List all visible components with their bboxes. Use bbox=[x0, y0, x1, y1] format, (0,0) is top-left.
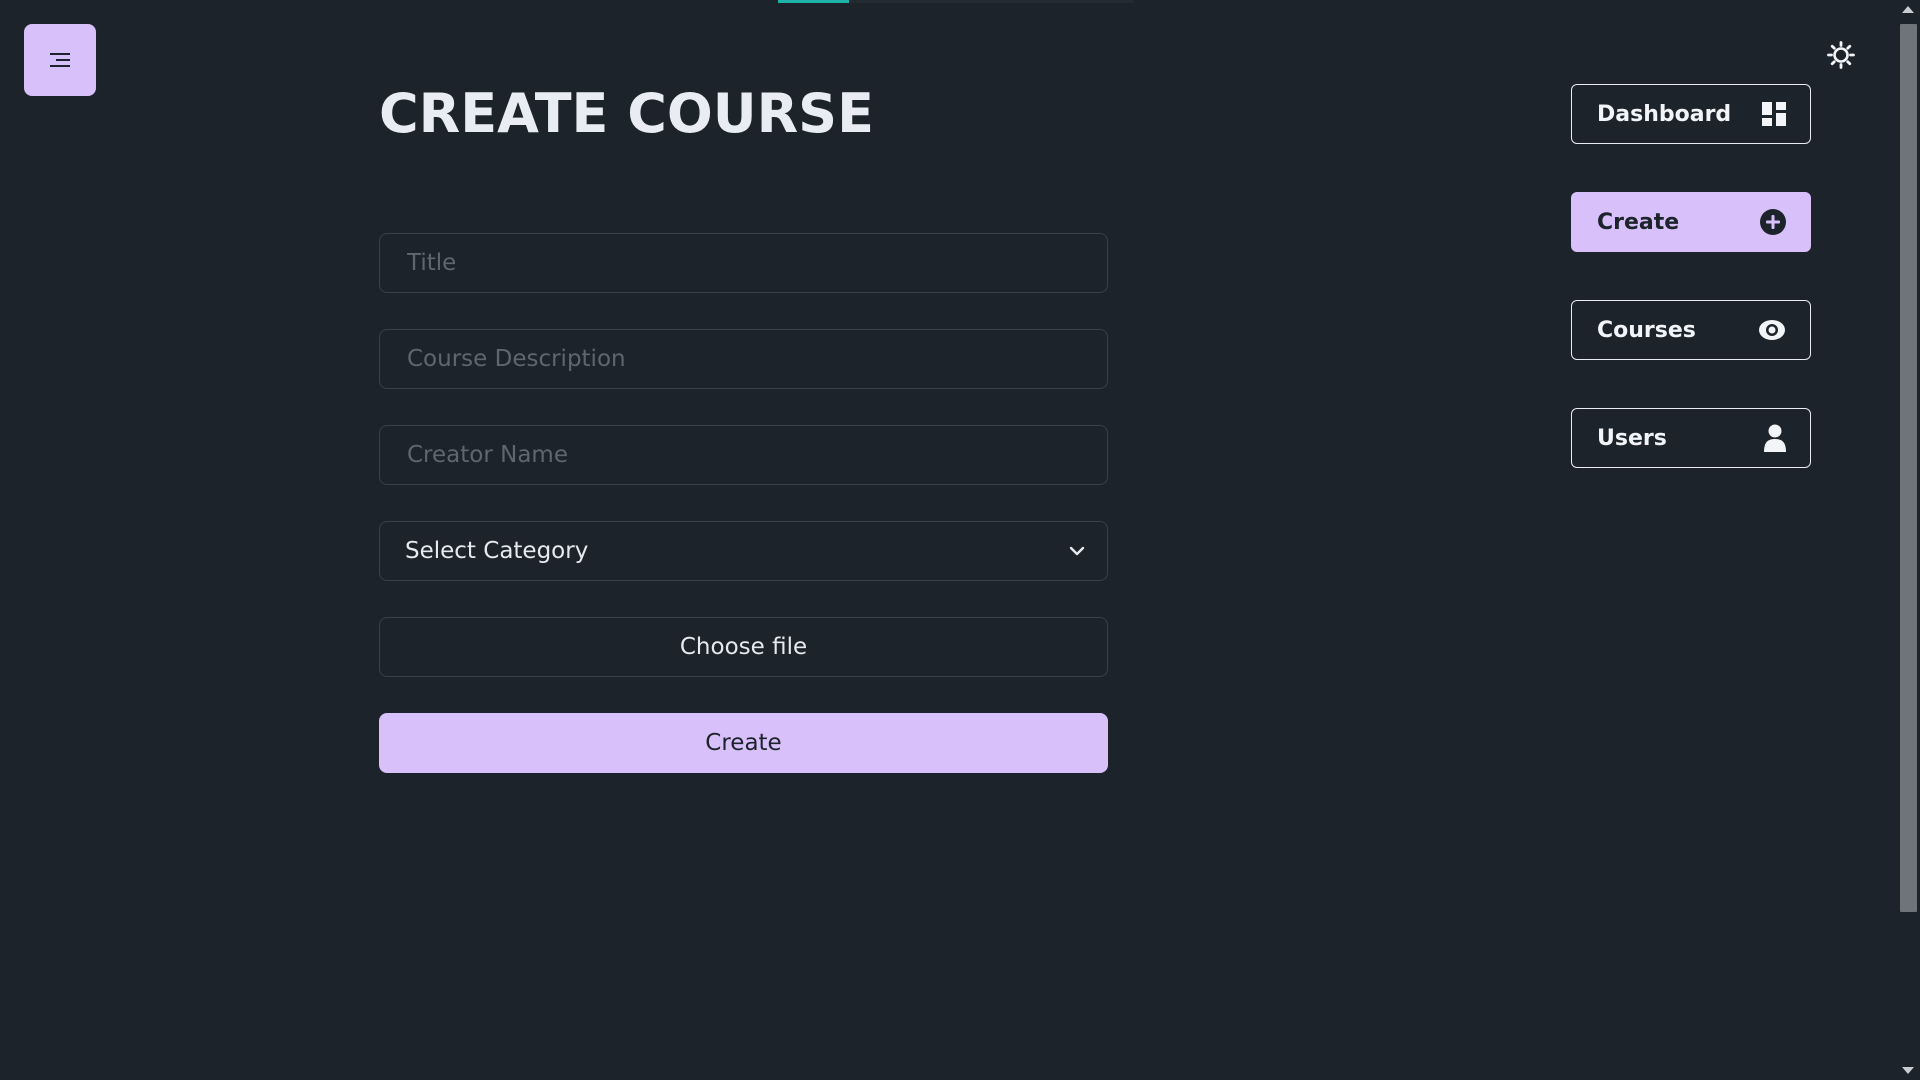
scroll-down-arrow[interactable] bbox=[1902, 1067, 1914, 1074]
side-nav: Dashboard Create Courses Users bbox=[1571, 84, 1811, 516]
top-progress-bar bbox=[778, 0, 850, 3]
user-icon bbox=[1764, 424, 1786, 452]
nav-item-users[interactable]: Users bbox=[1571, 408, 1811, 468]
title-input[interactable] bbox=[405, 234, 1082, 292]
create-course-form: Select Category Choose file Create bbox=[379, 233, 1108, 773]
menu-toggle-button[interactable] bbox=[24, 24, 96, 96]
hamburger-icon bbox=[50, 53, 70, 67]
category-select-value: Select Category bbox=[405, 538, 589, 564]
sun-icon bbox=[1827, 41, 1855, 69]
nav-item-label: Dashboard bbox=[1597, 101, 1732, 127]
nav-item-label: Courses bbox=[1597, 317, 1696, 343]
nav-item-label: Users bbox=[1597, 425, 1667, 451]
chevron-down-icon bbox=[1069, 546, 1085, 556]
description-field[interactable] bbox=[379, 329, 1108, 389]
dashboard-icon bbox=[1762, 102, 1786, 126]
app-page: CREATE COURSE Select Category Choose fil… bbox=[0, 0, 1920, 1080]
nav-item-dashboard[interactable]: Dashboard bbox=[1571, 84, 1811, 144]
title-field[interactable] bbox=[379, 233, 1108, 293]
nav-item-label: Create bbox=[1597, 209, 1680, 235]
creator-name-input[interactable] bbox=[405, 426, 1082, 484]
nav-item-create[interactable]: Create bbox=[1571, 192, 1811, 252]
create-submit-button[interactable]: Create bbox=[379, 713, 1108, 773]
top-progress-track bbox=[778, 0, 1134, 3]
course-description-input[interactable] bbox=[405, 330, 1082, 388]
eye-icon bbox=[1759, 320, 1785, 340]
nav-item-courses[interactable]: Courses bbox=[1571, 300, 1811, 360]
plus-circle-icon bbox=[1760, 209, 1786, 235]
page-scrollbar[interactable] bbox=[1896, 0, 1920, 1080]
creator-field[interactable] bbox=[379, 425, 1108, 485]
theme-toggle-button[interactable] bbox=[1826, 40, 1856, 70]
file-input-label: Choose file bbox=[679, 634, 808, 660]
category-select[interactable]: Select Category bbox=[379, 521, 1108, 581]
file-input[interactable]: Choose file bbox=[379, 617, 1108, 677]
page-title: CREATE COURSE bbox=[379, 82, 874, 145]
scrollbar-thumb[interactable] bbox=[1900, 24, 1917, 912]
scroll-up-arrow[interactable] bbox=[1902, 6, 1914, 13]
